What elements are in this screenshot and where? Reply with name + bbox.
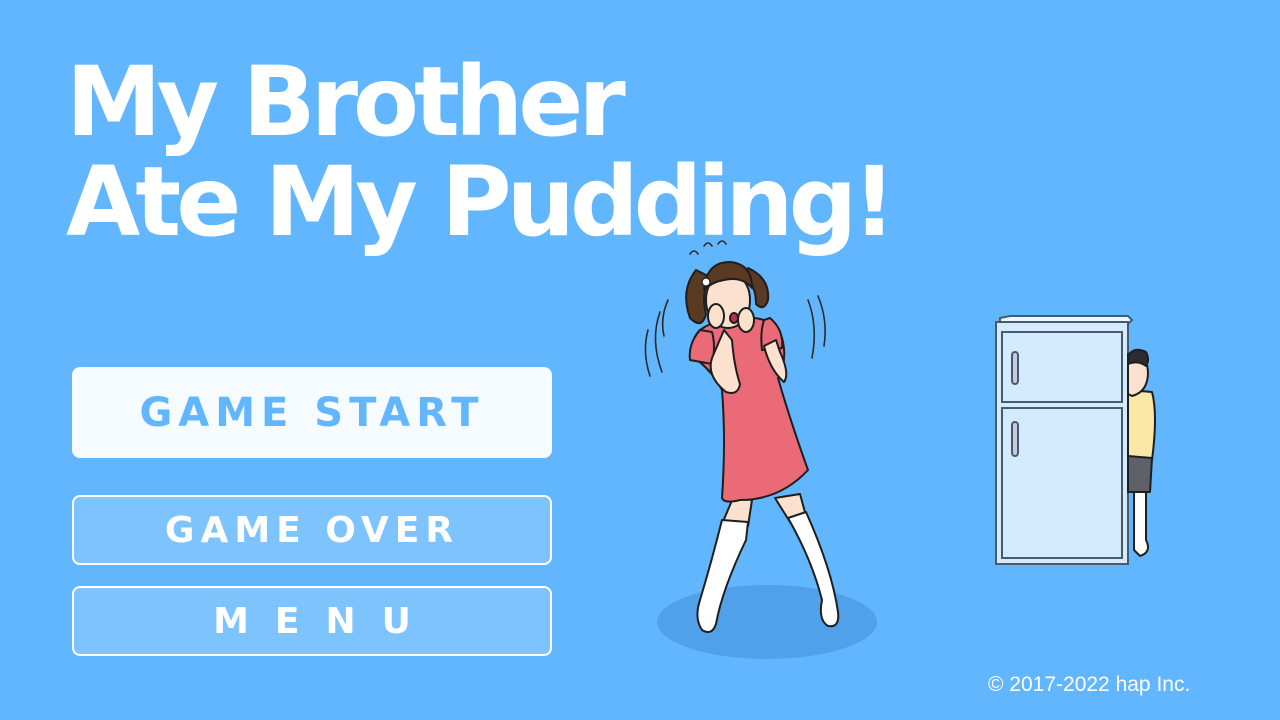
girl-shadow — [657, 585, 877, 659]
fridge-handle-bottom — [1011, 421, 1019, 457]
fridge — [995, 315, 1134, 565]
copyright-text: © 2017-2022 hap Inc. — [988, 673, 1191, 696]
girl-figure — [685, 261, 840, 633]
hair-ornament — [701, 277, 711, 287]
brother-figure — [1127, 348, 1156, 557]
scene-illustration — [644, 240, 1156, 659]
fridge-handle-top — [1011, 351, 1019, 385]
